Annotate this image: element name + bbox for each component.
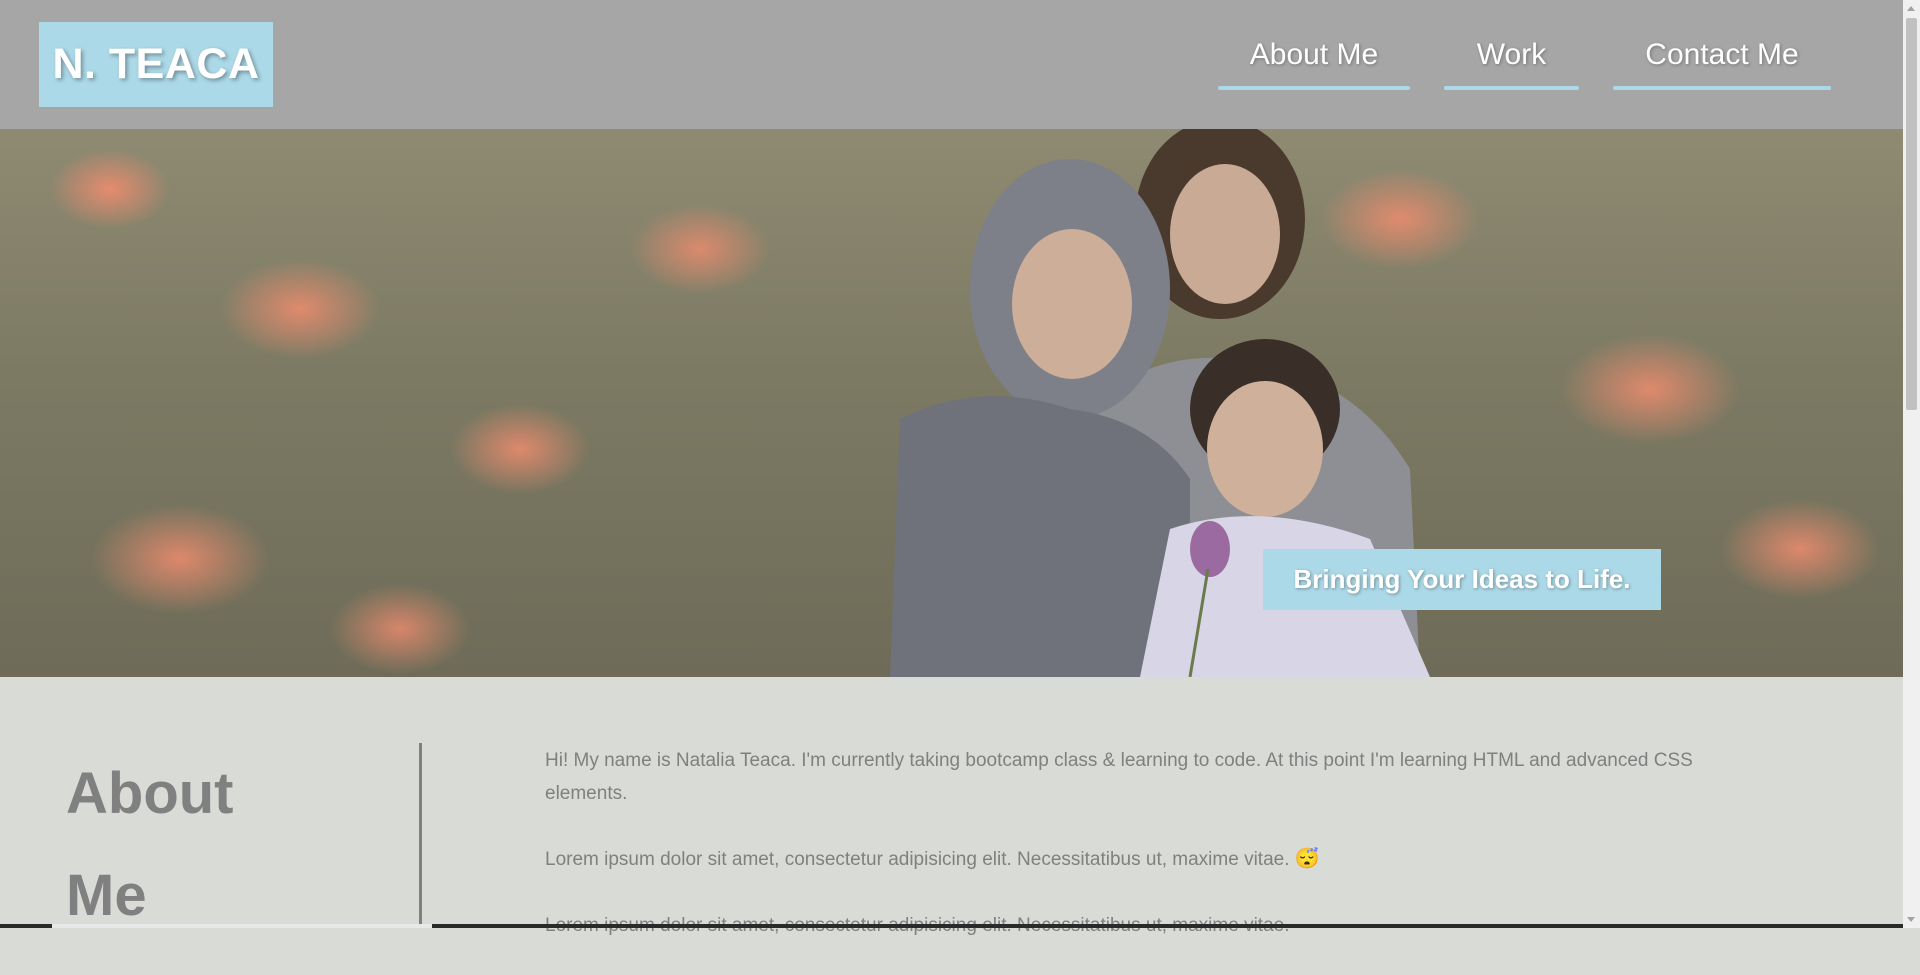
nav-underline [1613,86,1831,90]
about-paragraph-text: Lorem ipsum dolor sit amet, consectetur … [545,849,1290,870]
hero-banner: Bringing Your Ideas to Life. [0,129,1903,677]
vertical-scrollbar[interactable] [1903,0,1920,928]
about-title-line2: Me [66,863,147,928]
about-paragraph: Lorem ipsum dolor sit amet, consectetur … [545,843,1775,876]
nav-work-label: Work [1476,38,1547,71]
photo-figure-boy2-face [1207,381,1323,517]
about-title: About Me [66,743,366,947]
about-title-line1: About [66,761,234,826]
nav-underline [1444,86,1579,90]
photo-figure-boy1-body [890,396,1190,677]
scroll-down-arrow-icon[interactable] [1907,917,1915,922]
photo-figure-mother-face [1170,164,1280,304]
nav-about-me-label: About Me [1249,38,1379,71]
scrollbar-thumb[interactable] [1906,18,1917,410]
about-paragraph: Hi! My name is Natalia Teaca. I'm curren… [545,750,1693,804]
bottom-strip [0,924,1903,928]
about-text: Hi! My name is Natalia Teaca. I'm curren… [545,744,1775,975]
site-logo[interactable]: N. TEACA [39,22,273,107]
nav-about-me[interactable]: About Me [1218,38,1410,90]
hero-tagline: Bringing Your Ideas to Life. [1263,549,1661,610]
photo-flower [1190,521,1230,577]
sleeping-face-icon: 😴 [1294,848,1320,870]
scroll-up-arrow-icon[interactable] [1907,6,1915,11]
nav-contact-me-label: Contact Me [1645,38,1799,71]
photo-figure-boy1-face [1012,229,1132,379]
site-header: N. TEACA About Me Work Contact Me [0,0,1903,129]
section-divider [419,743,422,928]
nav-underline [1218,86,1410,90]
bottom-strip-highlight [52,924,432,928]
nav-contact-me[interactable]: Contact Me [1613,38,1831,90]
nav-work[interactable]: Work [1444,38,1579,90]
